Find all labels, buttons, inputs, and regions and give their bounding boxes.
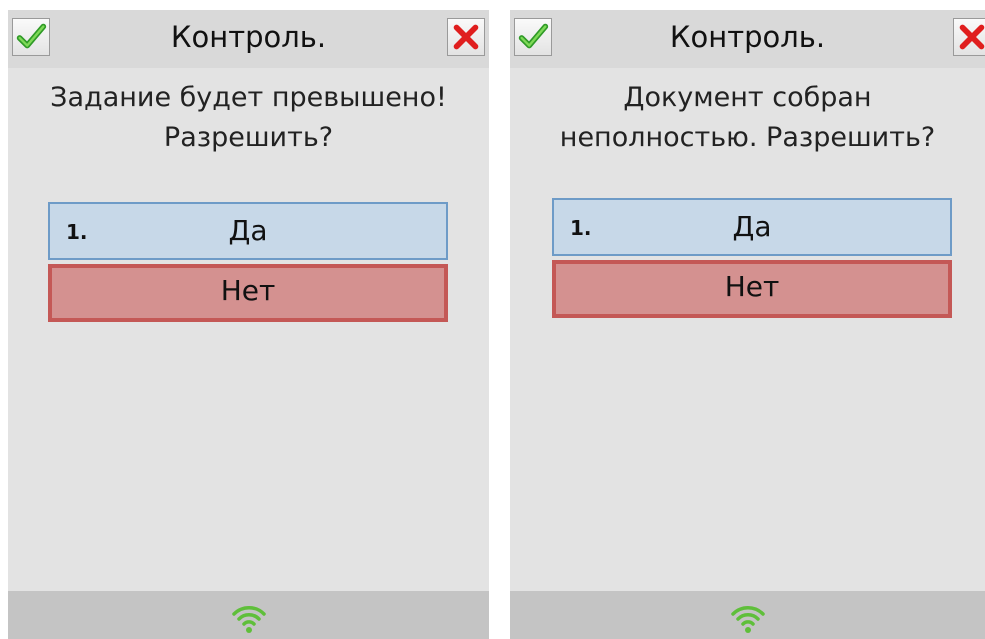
status-bar [8,591,489,639]
message-line: неполностью. Разрешить? [559,122,936,153]
no-option[interactable]: Нет [552,260,952,318]
option-label: Нет [220,274,276,307]
close-icon [959,24,985,50]
wifi-icon [229,597,269,637]
status-bar [510,591,985,639]
option-label: Да [228,214,268,247]
dialog-document-incomplete: Контроль. Документ собран неполностью. Р… [510,10,985,639]
yes-option[interactable]: 1. Да [552,198,952,256]
dialog-task-exceeded: Контроль. Задание будет превышено! Разре… [8,10,489,639]
cancel-button[interactable] [447,18,485,56]
message-line: Документ собран [623,82,872,113]
dialog-title: Контроль. [669,20,826,54]
cancel-button[interactable] [953,18,985,56]
no-option[interactable]: Нет [48,264,448,322]
option-label: Нет [724,270,780,303]
dialog-message: Задание будет превышено! Разрешить? [8,78,489,158]
close-icon [453,24,479,50]
wifi-icon [728,597,768,637]
message-line: Разрешить? [163,122,334,153]
dialog-message: Документ собран неполностью. Разрешить? [510,78,985,158]
message-line: Задание будет превышено! [50,82,447,113]
dialog-title: Контроль. [170,20,327,54]
option-label: Да [732,210,772,243]
title-bar: Контроль. [510,10,985,68]
title-bar: Контроль. [8,10,489,68]
yes-option[interactable]: 1. Да [48,202,448,260]
